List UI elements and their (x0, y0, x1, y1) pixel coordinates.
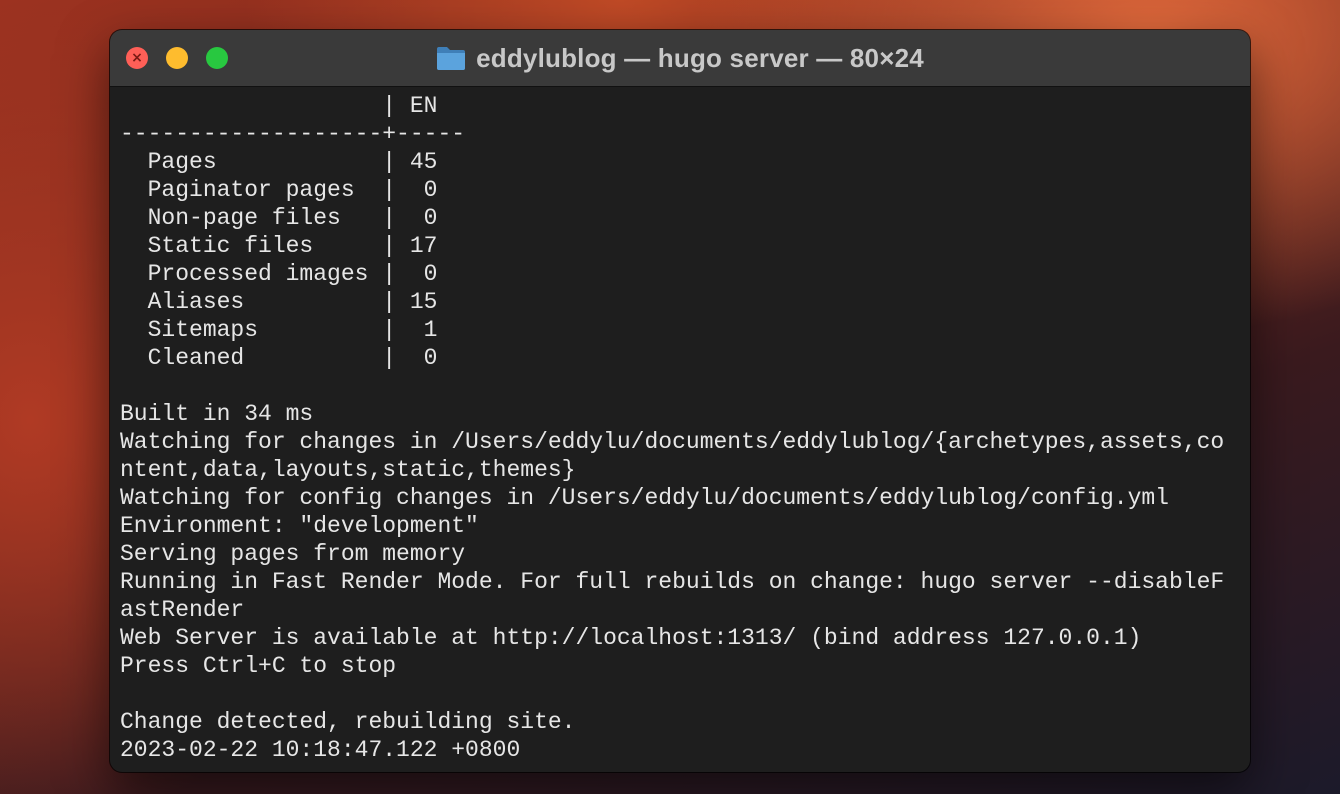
terminal-line: 2023-02-22 10:18:47.122 +0800 (120, 737, 521, 763)
terminal-line: Press Ctrl+C to stop (120, 653, 397, 679)
terminal-line: Built in 34 ms (120, 401, 314, 427)
terminal-line: Non-page files | 0 (120, 205, 438, 231)
folder-icon (437, 47, 466, 70)
terminal-line: astRender (120, 597, 245, 623)
terminal-line: Paginator pages | 0 (120, 177, 438, 203)
window-title-text: eddylublog — hugo server — 80×24 (476, 42, 924, 73)
terminal-line: Watching for changes in /Users/eddylu/do… (120, 429, 1225, 455)
terminal-line: | EN (120, 93, 438, 119)
terminal-window: × eddylublog — hugo server — 80×24 | EN -… (110, 30, 1250, 772)
terminal-line: Running in Fast Render Mode. For full re… (120, 569, 1225, 595)
terminal-line: Pages | 45 (120, 149, 438, 175)
window-title: eddylublog — hugo server — 80×24 (110, 30, 1250, 86)
title-bar[interactable]: × eddylublog — hugo server — 80×24 (110, 30, 1250, 87)
terminal-line: Cleaned | 0 (120, 345, 438, 371)
terminal-line: Sitemaps | 1 (120, 317, 438, 343)
terminal-line: Environment: "development" (120, 513, 479, 539)
terminal-line: Change detected, rebuilding site. (120, 709, 576, 735)
terminal-line: Processed images | 0 (120, 261, 438, 287)
terminal-line: ntent,data,layouts,static,themes} (120, 457, 576, 483)
terminal-line: Web Server is available at http://localh… (120, 625, 1142, 651)
terminal-output[interactable]: | EN -------------------+----- Pages | 45… (120, 92, 1244, 766)
terminal-line: -------------------+----- (120, 121, 466, 147)
terminal-line: Serving pages from memory (120, 541, 466, 567)
terminal-line: Watching for config changes in /Users/ed… (120, 485, 1169, 511)
terminal-line: Static files | 17 (120, 233, 438, 259)
terminal-line: Aliases | 15 (120, 289, 438, 315)
